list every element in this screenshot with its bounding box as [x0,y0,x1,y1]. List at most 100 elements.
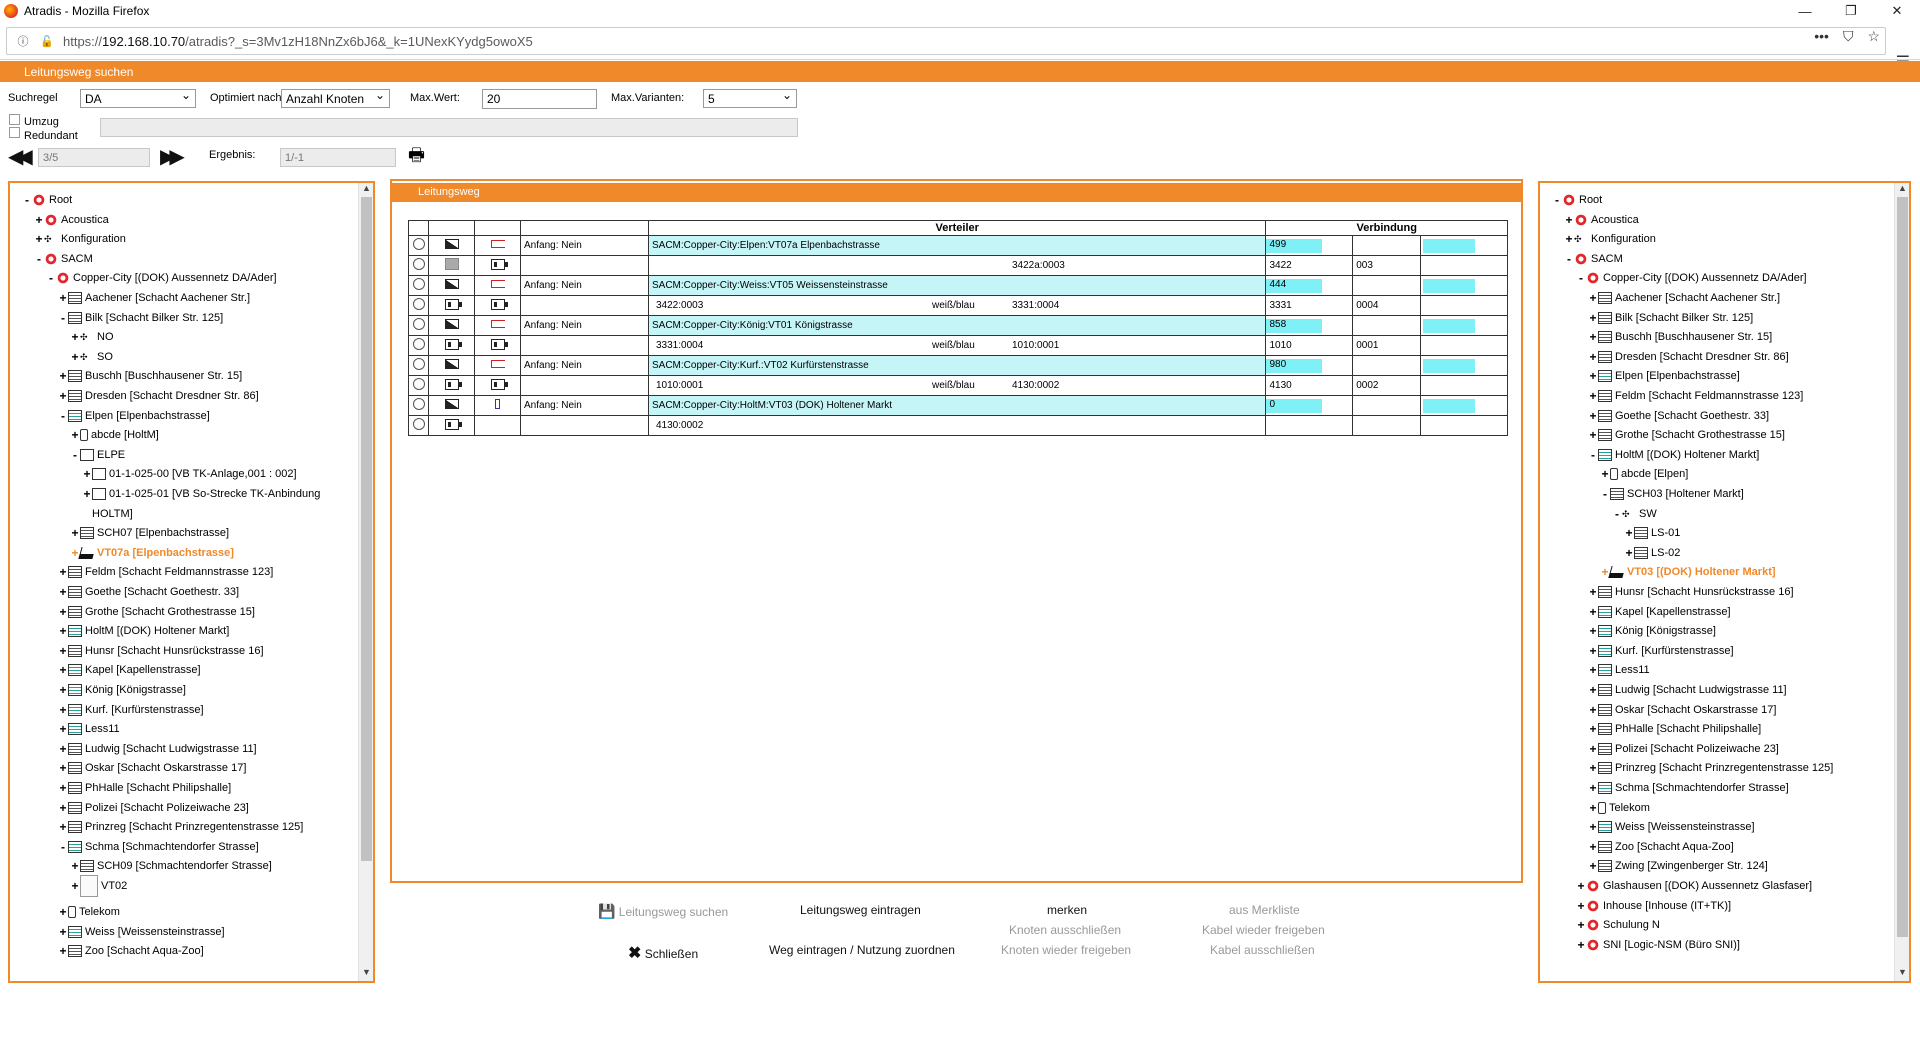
tree-node[interactable]: + LS-01 [1624,524,1680,542]
right-tree-scrollbar[interactable]: ▲ ▼ [1894,183,1909,981]
collapse-icon[interactable]: - [1600,487,1610,501]
knoten-freigeben-button[interactable]: Knoten wieder freigeben [1001,943,1131,957]
expand-icon[interactable]: + [82,487,92,501]
tree-node[interactable]: + Telekom [58,903,119,921]
collapse-icon[interactable]: - [34,252,44,266]
expand-icon[interactable]: + [58,644,68,658]
tree-node[interactable]: + Oskar [Schacht Oskarstrasse 17] [58,759,246,777]
tree-node[interactable]: + König [Königstrasse] [1588,622,1715,640]
expand-icon[interactable]: + [58,565,68,579]
expand-icon[interactable]: + [58,663,68,677]
tree-node[interactable]: + VT07a [Elpenbachstrasse] [70,544,233,562]
tree-node[interactable]: + abcde [HoltM] [70,426,158,444]
weg-eintragen-button[interactable]: Weg eintragen / Nutzung zuordnen [769,943,955,957]
tree-node[interactable]: + SCH07 [Elpenbachstrasse] [70,524,229,542]
tree-node[interactable]: + Polizei [Schacht Polizeiwache 23] [58,799,248,817]
tree-node[interactable]: + Zoo [Schacht Aqua-Zoo] [58,942,203,960]
row-radio[interactable] [412,358,425,370]
table-row[interactable]: 3422:0003 weiß/blau 3331:0004 3331 0004 [408,295,1508,316]
expand-icon[interactable]: + [58,389,68,403]
tree-node[interactable]: - HoltM [(DOK) Holtener Markt] [1588,446,1759,464]
expand-icon[interactable]: + [1588,859,1598,873]
tree-node[interactable]: + Kapel [Kapellenstrasse] [1588,603,1730,621]
tree-node[interactable]: + Acoustica [34,211,108,229]
expand-icon[interactable]: + [70,879,80,893]
tree-node[interactable]: + Bilk [Schacht Bilker Str. 125] [1588,309,1753,327]
scroll-down-icon[interactable]: ▼ [359,967,373,981]
expand-icon[interactable]: + [1588,311,1598,325]
expand-icon[interactable]: + [1588,761,1598,775]
tree-node[interactable]: + Zwing [Zwingenberger Str. 124] [1588,857,1767,875]
row-radio[interactable] [412,238,425,250]
collapse-icon[interactable]: - [58,409,68,423]
table-row[interactable]: 4130:0002 [408,415,1508,436]
collapse-icon[interactable]: - [22,193,32,207]
expand-icon[interactable]: + [70,428,80,442]
tree-node[interactable]: + Prinzreg [Schacht Prinzregentenstrasse … [1588,759,1833,777]
tree-node[interactable]: + Grothe [Schacht Grothestrasse 15] [58,603,255,621]
expand-icon[interactable]: + [1588,428,1598,442]
expand-icon[interactable]: + [1588,801,1598,815]
expand-icon[interactable]: + [1588,369,1598,383]
kabel-ausschliessen-button[interactable]: Kabel ausschließen [1210,943,1315,957]
tree-node[interactable]: + Feldm [Schacht Feldmannstrasse 123] [1588,387,1803,405]
pocket-icon[interactable]: ⛉ [1843,28,1854,45]
collapse-icon[interactable]: - [1552,193,1562,207]
table-row[interactable]: 1010:0001 weiß/blau 4130:0002 4130 0002 [408,375,1508,396]
expand-icon[interactable]: + [1624,546,1634,560]
tree-node[interactable]: + Telekom [1588,799,1649,817]
maximize-button[interactable]: ❐ [1828,0,1874,22]
collapse-icon[interactable]: - [1588,448,1598,462]
expand-icon[interactable]: + [58,761,68,775]
expand-icon[interactable]: + [1588,722,1598,736]
expand-icon[interactable]: + [1588,291,1598,305]
bookmark-star-icon[interactable]: ☆ [1867,28,1880,45]
expand-icon[interactable]: + [1588,389,1598,403]
left-tree-scrollbar[interactable]: ▲ ▼ [358,183,373,981]
expand-icon[interactable]: + [1588,663,1598,677]
maxvar-select[interactable]: 5 [703,88,797,108]
tree-node[interactable]: + Goethe [Schacht Goethestr. 33] [58,583,239,601]
tree-node[interactable]: + ✣ SO [70,348,112,366]
address-bar[interactable]: ⓘ 🔓 https://192.168.10.70/atradis?_s=3Mv… [6,27,1886,55]
tree-node[interactable]: - ELPE [70,446,125,464]
expand-icon[interactable]: + [1576,879,1586,893]
expand-icon[interactable]: + [1588,742,1598,756]
print-icon[interactable]: 🖶 [408,143,425,173]
row-radio[interactable] [412,378,425,390]
expand-icon[interactable]: + [34,232,44,246]
expand-icon[interactable]: + [58,291,68,305]
expand-icon[interactable]: + [1564,213,1574,227]
tree-node[interactable]: + Weiss [Weissensteinstrasse] [58,923,224,941]
row-radio[interactable] [412,318,425,330]
expand-icon[interactable]: + [58,605,68,619]
expand-icon[interactable]: + [1564,232,1574,246]
tree-node[interactable]: + Kapel [Kapellenstrasse] [58,661,200,679]
tree-node[interactable]: - ✣ SW [1612,505,1657,523]
tree-node[interactable]: - SACM [1564,250,1623,268]
expand-icon[interactable]: + [1588,585,1598,599]
tree-node[interactable]: + Buschh [Buschhausener Str. 15] [58,367,242,385]
expand-icon[interactable]: + [1588,683,1598,697]
tree-node[interactable]: + Less11 [58,720,119,738]
expand-icon[interactable]: + [1576,899,1586,913]
expand-icon[interactable]: + [58,722,68,736]
expand-icon[interactable]: + [58,801,68,815]
url-text[interactable]: https://192.168.10.70/atradis?_s=3Mv1zH1… [63,34,533,49]
table-row[interactable]: Anfang: Nein SACM:Copper-City:Elpen:VT07a… [408,235,1508,256]
tree-node[interactable]: + Goethe [Schacht Goethestr. 33] [1588,407,1769,425]
tree-node[interactable]: - Copper-City [(DOK) Aussennetz DA/Ader] [1576,269,1807,287]
aus-merkliste-button[interactable]: aus Merkliste [1229,903,1300,917]
tree-node[interactable]: - Elpen [Elpenbachstrasse] [58,407,210,425]
expand-icon[interactable]: + [58,585,68,599]
page-actions-icon[interactable]: ••• [1814,28,1829,44]
scroll-down-icon[interactable]: ▼ [1895,967,1909,981]
tree-node[interactable]: + Hunsr [Schacht Hunsrückstrasse 16] [1588,583,1793,601]
expand-icon[interactable]: + [1588,624,1598,638]
expand-icon[interactable]: + [58,781,68,795]
tree-node[interactable]: + Kurf. [Kurfürstenstrasse] [1588,642,1733,660]
tree-node[interactable]: - Bilk [Schacht Bilker Str. 125] [58,309,223,327]
info-icon[interactable]: ⓘ [15,33,31,49]
kabel-freigeben-button[interactable]: Kabel wieder freigeben [1202,923,1325,937]
expand-icon[interactable]: + [70,350,80,364]
